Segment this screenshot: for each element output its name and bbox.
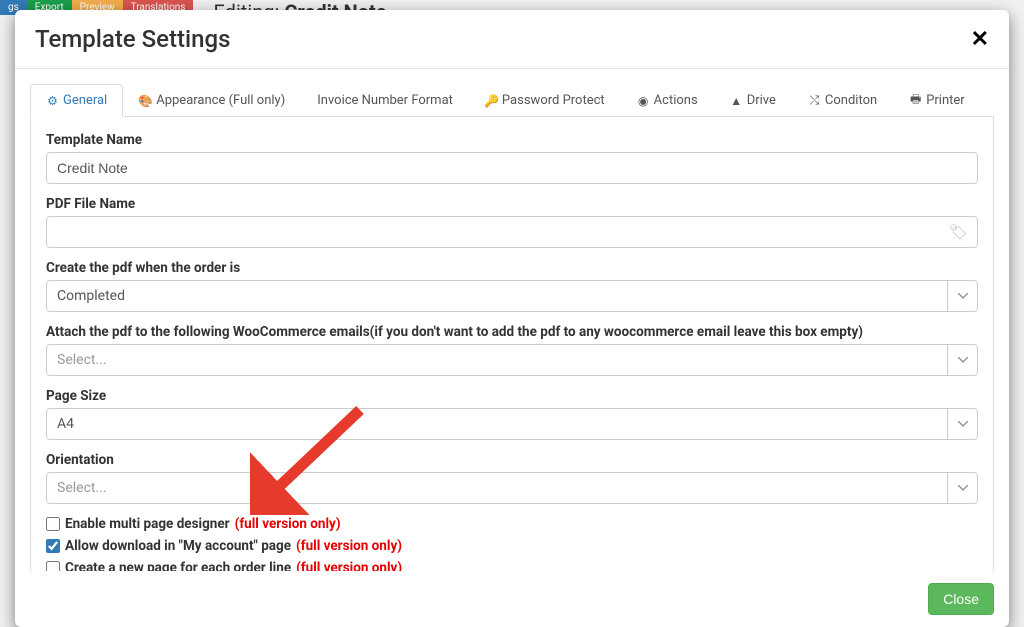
attach-emails-label: Attach the pdf to the following WooComme… xyxy=(46,324,978,340)
template-name-input[interactable] xyxy=(46,152,978,184)
modal-title: Template Settings xyxy=(35,25,230,53)
page-size-select[interactable]: A4 xyxy=(46,408,978,440)
enable-multi-page-checkbox[interactable] xyxy=(46,517,60,531)
select-placeholder: Select... xyxy=(47,345,947,375)
chevron-down-icon xyxy=(947,409,977,439)
tab-condition[interactable]: ⤭ Conditon xyxy=(792,84,893,117)
allow-download-row: Allow download in "My account" page (ful… xyxy=(46,538,978,554)
chevron-down-icon xyxy=(947,345,977,375)
tag-icon[interactable]: 🏷 xyxy=(949,223,968,241)
pdf-file-name-input[interactable] xyxy=(46,216,978,248)
create-when-label: Create the pdf when the order is xyxy=(46,260,978,276)
tab-label: General xyxy=(63,93,107,108)
checkbox-label: Allow download in "My account" page xyxy=(65,538,291,554)
tab-appearance[interactable]: 🎨 Appearance (Full only) xyxy=(123,84,301,117)
modal-body: ⚙ General 🎨 Appearance (Full only) Invoi… xyxy=(15,69,1009,571)
checkbox-label: Enable multi page designer xyxy=(65,516,230,532)
tabs: ⚙ General 🎨 Appearance (Full only) Invoi… xyxy=(30,84,994,117)
printer-icon: 🖶 xyxy=(909,94,922,107)
tab-password[interactable]: 🔑 Password Protect xyxy=(469,84,621,117)
tab-label: Printer xyxy=(926,93,965,108)
target-icon: ◉ xyxy=(637,94,650,107)
key-icon: 🔑 xyxy=(485,94,498,107)
tab-label: Invoice Number Format xyxy=(317,93,453,108)
modal-header: Template Settings ✕ xyxy=(15,10,1009,69)
orientation-select[interactable]: Select... xyxy=(46,472,978,504)
tab-invoice-number[interactable]: Invoice Number Format xyxy=(301,84,469,117)
template-name-label: Template Name xyxy=(46,132,978,148)
tab-printer[interactable]: 🖶 Printer xyxy=(893,84,981,117)
select-placeholder: Select... xyxy=(47,473,947,503)
tab-label: Password Protect xyxy=(502,93,605,108)
pdf-file-name-label: PDF File Name xyxy=(46,196,978,212)
tab-drive[interactable]: ▲ Drive xyxy=(714,84,792,117)
new-page-per-line-checkbox[interactable] xyxy=(46,561,60,571)
close-icon[interactable]: ✕ xyxy=(971,28,989,50)
tab-label: Conditon xyxy=(825,93,877,108)
allow-download-checkbox[interactable] xyxy=(46,539,60,553)
palette-icon: 🎨 xyxy=(139,94,152,107)
chevron-down-icon xyxy=(947,281,977,311)
select-value: Completed xyxy=(47,281,947,311)
orientation-label: Orientation xyxy=(46,452,978,468)
full-version-only-badge: (full version only) xyxy=(296,538,402,554)
gear-icon: ⚙ xyxy=(46,94,59,107)
attach-emails-select[interactable]: Select... xyxy=(46,344,978,376)
template-settings-modal: Template Settings ✕ ⚙ General 🎨 Appearan… xyxy=(15,10,1009,627)
tab-general[interactable]: ⚙ General xyxy=(30,84,123,117)
new-page-per-line-row: Create a new page for each order line (f… xyxy=(46,560,978,571)
full-version-only-badge: (full version only) xyxy=(296,560,402,571)
tab-label: Appearance (Full only) xyxy=(156,93,285,108)
tab-label: Actions xyxy=(654,93,698,108)
close-button[interactable]: Close xyxy=(928,583,994,615)
drive-icon: ▲ xyxy=(730,94,743,107)
modal-footer: Close xyxy=(15,571,1009,627)
chevron-down-icon xyxy=(947,473,977,503)
shuffle-icon: ⤭ xyxy=(808,94,821,107)
checkbox-label: Create a new page for each order line xyxy=(65,560,291,571)
tab-actions[interactable]: ◉ Actions xyxy=(621,84,714,117)
page-size-label: Page Size xyxy=(46,388,978,404)
select-value: A4 xyxy=(47,409,947,439)
create-when-select[interactable]: Completed xyxy=(46,280,978,312)
tab-label: Drive xyxy=(747,93,776,108)
enable-multi-page-row: Enable multi page designer (full version… xyxy=(46,516,978,532)
full-version-only-badge: (full version only) xyxy=(235,516,341,532)
tab-panel-general: Template Name PDF File Name 🏷 Create the… xyxy=(30,117,994,571)
